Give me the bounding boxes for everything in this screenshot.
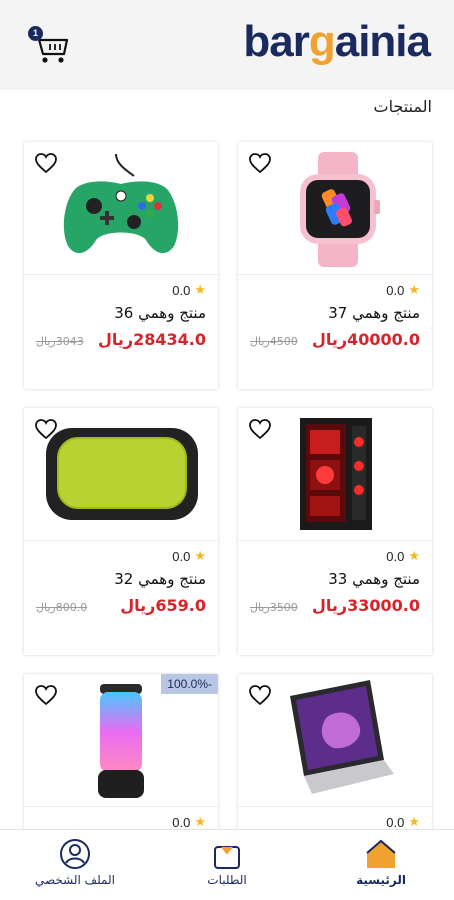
- price: 33000.0ريال: [312, 596, 420, 615]
- laptop-image: [290, 680, 394, 794]
- product-image-area: [24, 408, 218, 541]
- product-grid: 0.0 ★ منتج وهمي 37 4500ريال 40000.0ريال: [0, 0, 454, 900]
- price: 28434.0ريال: [98, 330, 206, 349]
- star-icon: ★: [194, 814, 206, 829]
- price-row: 4500ريال 40000.0ريال: [250, 330, 420, 349]
- bottom-navigation: الرئيسية الطلبات الملف الشخصي: [0, 829, 454, 900]
- star-icon: ★: [408, 814, 420, 829]
- rating: 0.0 ★: [386, 548, 420, 564]
- product-card[interactable]: 0.0 ★: [238, 674, 432, 844]
- game-controller-image: [63, 154, 179, 254]
- rating: 0.0 ★: [386, 282, 420, 298]
- speaker-image: [46, 428, 198, 520]
- heart-icon[interactable]: [34, 684, 58, 706]
- heart-icon[interactable]: [34, 152, 58, 174]
- rating: 0.0 ★: [386, 814, 420, 830]
- price-row: 3500ريال 33000.0ريال: [250, 596, 420, 615]
- old-price: 800.0ريال: [36, 601, 88, 614]
- price-row: 800.0ريال 659.0ريال: [36, 596, 206, 615]
- product-name: منتج وهمي 33: [328, 570, 420, 588]
- product-image-area: [238, 142, 432, 275]
- product-card[interactable]: 0.0 ★ منتج وهمي 33 3500ريال 33000.0ريال: [238, 408, 432, 655]
- product-image-area: [238, 408, 432, 541]
- nav-profile-label: الملف الشخصي: [35, 873, 115, 887]
- price: 659.0ريال: [120, 596, 206, 615]
- nav-profile[interactable]: الملف الشخصي: [20, 838, 130, 887]
- rating-value: 0.0: [386, 282, 405, 298]
- old-price: 3500ريال: [250, 601, 298, 614]
- rating: 0.0 ★: [172, 282, 206, 298]
- star-icon: ★: [194, 282, 206, 297]
- heart-icon[interactable]: [248, 684, 272, 706]
- product-name: منتج وهمي 32: [114, 570, 206, 588]
- led-speaker-image: [98, 684, 144, 798]
- product-image-area: 100.0%-: [24, 674, 218, 807]
- star-icon: ★: [408, 548, 420, 563]
- product-image-area: [238, 674, 432, 807]
- rating-value: 0.0: [172, 282, 191, 298]
- rating-value: 0.0: [386, 814, 405, 830]
- product-image-area: [24, 142, 218, 275]
- heart-icon[interactable]: [248, 152, 272, 174]
- heart-icon[interactable]: [248, 418, 272, 440]
- product-name: منتج وهمي 36: [114, 304, 206, 322]
- rating-value: 0.0: [386, 548, 405, 564]
- nav-home[interactable]: الرئيسية: [326, 838, 436, 887]
- old-price: 4500ريال: [250, 335, 298, 348]
- product-card[interactable]: 0.0 ★ منتج وهمي 36 3043ريال 28434.0ريال: [24, 142, 218, 389]
- nav-orders[interactable]: الطلبات: [172, 838, 282, 887]
- price: 40000.0ريال: [312, 330, 420, 349]
- rating: 0.0 ★: [172, 548, 206, 564]
- discount-badge: 100.0%-: [161, 674, 218, 694]
- product-card[interactable]: 0.0 ★ منتج وهمي 32 800.0ريال 659.0ريال: [24, 408, 218, 655]
- rating: 0.0 ★: [172, 814, 206, 830]
- rating-value: 0.0: [172, 548, 191, 564]
- price-row: 3043ريال 28434.0ريال: [36, 330, 206, 349]
- nav-orders-label: الطلبات: [207, 873, 247, 887]
- shopping-bag-icon: [214, 846, 240, 869]
- rating-value: 0.0: [172, 814, 191, 830]
- nav-home-label: الرئيسية: [356, 873, 406, 887]
- star-icon: ★: [194, 548, 206, 563]
- product-name: منتج وهمي 37: [328, 304, 420, 322]
- user-profile-icon: [60, 839, 90, 869]
- pc-tower-image: [300, 418, 372, 530]
- product-card[interactable]: 100.0%- 0.0 ★: [24, 674, 218, 844]
- product-card[interactable]: 0.0 ★ منتج وهمي 37 4500ريال 40000.0ريال: [238, 142, 432, 389]
- home-icon: [366, 839, 396, 868]
- star-icon: ★: [408, 282, 420, 297]
- smartwatch-image: [300, 152, 380, 267]
- old-price: 3043ريال: [36, 335, 84, 348]
